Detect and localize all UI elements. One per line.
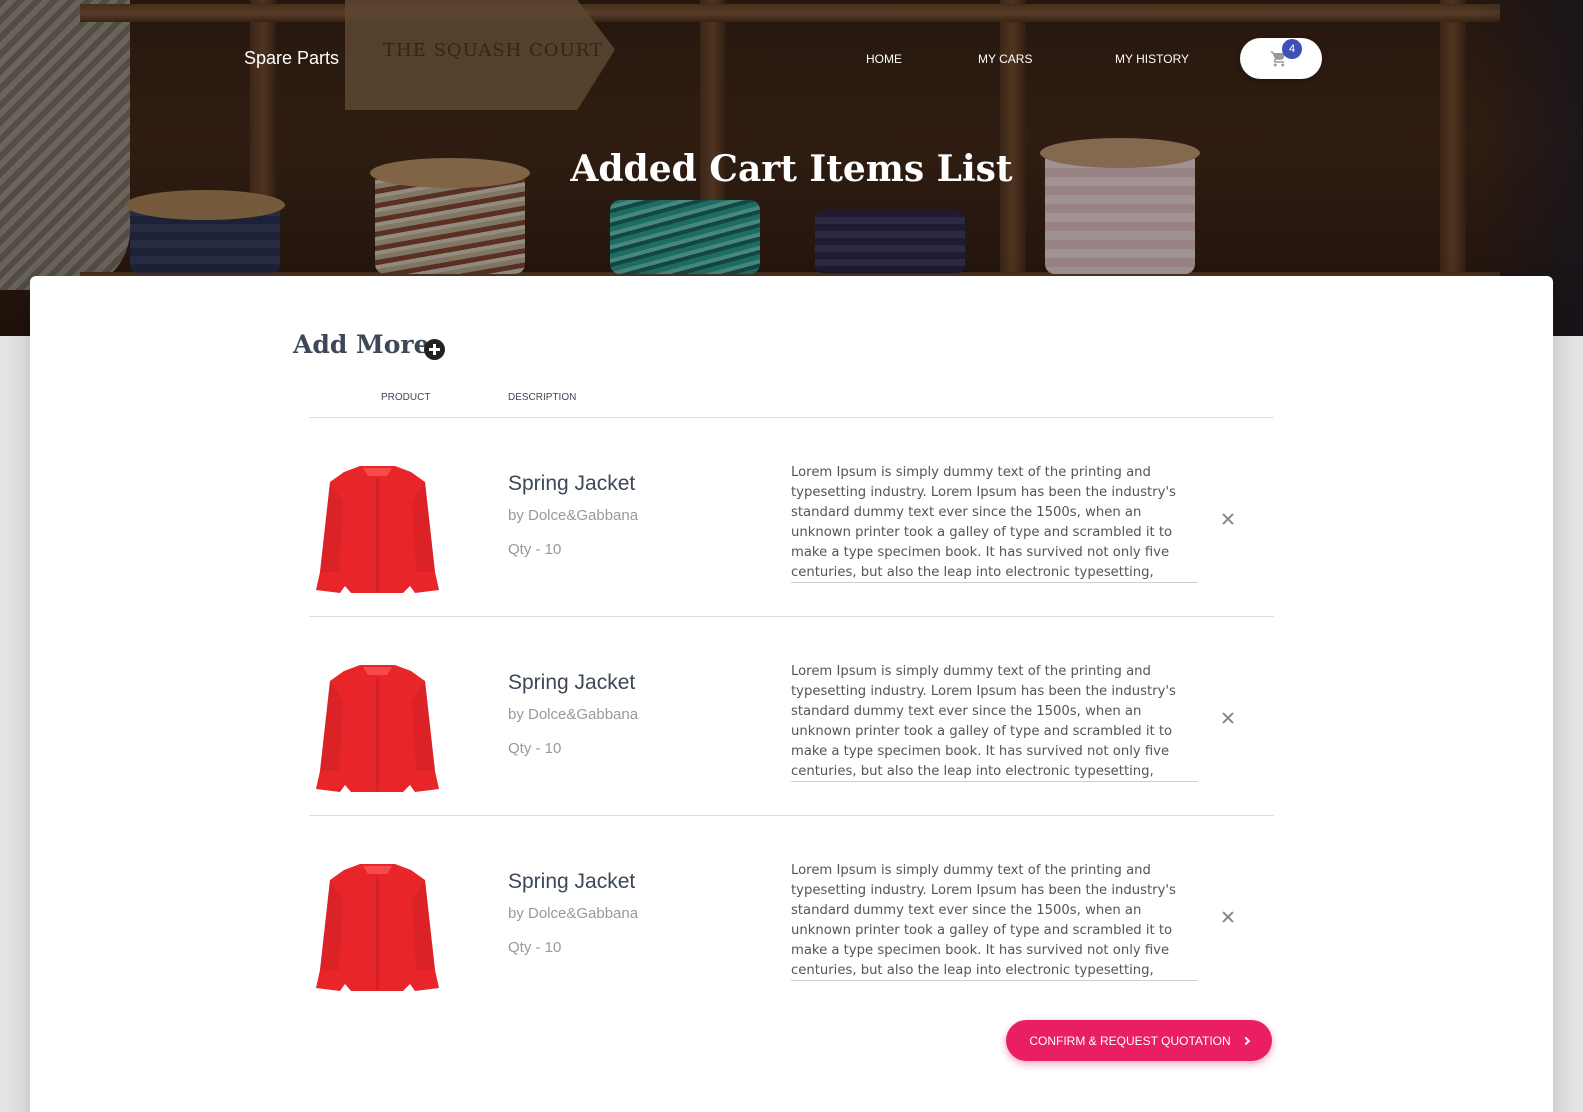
description-textarea[interactable]: Lorem Ipsum is simply dummy text of the … <box>791 861 1198 981</box>
product-name: Spring Jacket <box>508 472 636 495</box>
product-brand: by Dolce&Gabbana <box>508 905 639 922</box>
plus-circle-icon[interactable] <box>424 339 445 360</box>
nav-my-history[interactable]: MY HISTORY <box>1115 52 1189 66</box>
table-row: Spring Jacket by Dolce&Gabbana Qty - 10 … <box>0 418 1583 615</box>
table-row: Spring Jacket by Dolce&Gabbana Qty - 10 … <box>0 617 1583 814</box>
product-name: Spring Jacket <box>508 870 636 893</box>
product-image <box>316 466 439 593</box>
product-qty: Qty - 10 <box>508 541 562 558</box>
product-qty: Qty - 10 <box>508 939 562 956</box>
description-textarea[interactable]: Lorem Ipsum is simply dummy text of the … <box>791 662 1198 782</box>
product-image <box>316 864 439 991</box>
product-image <box>316 665 439 792</box>
column-header-description: DESCRIPTION <box>508 392 577 403</box>
nav-home[interactable]: HOME <box>866 52 902 66</box>
product-brand: by Dolce&Gabbana <box>508 507 639 524</box>
column-header-product: PRODUCT <box>381 392 431 403</box>
chevron-right-icon <box>1241 1036 1250 1045</box>
table-row: Spring Jacket by Dolce&Gabbana Qty - 10 … <box>0 816 1583 1013</box>
description-textarea[interactable]: Lorem Ipsum is simply dummy text of the … <box>791 463 1198 583</box>
product-name: Spring Jacket <box>508 671 636 694</box>
product-brand: by Dolce&Gabbana <box>508 706 639 723</box>
close-icon[interactable] <box>1221 910 1235 924</box>
close-icon[interactable] <box>1221 711 1235 725</box>
close-icon[interactable] <box>1221 512 1235 526</box>
cart-button[interactable]: 4 <box>1240 38 1322 79</box>
confirm-button-label: CONFIRM & REQUEST QUOTATION <box>1029 1033 1231 1048</box>
product-qty: Qty - 10 <box>508 740 562 757</box>
cart-count-badge: 4 <box>1282 39 1302 59</box>
confirm-request-quotation-button[interactable]: CONFIRM & REQUEST QUOTATION <box>1006 1020 1272 1061</box>
add-more-heading: Add More <box>293 330 430 359</box>
brand-logo[interactable]: Spare Parts <box>244 48 339 69</box>
page-title: Added Cart Items List <box>570 148 1013 190</box>
nav-my-cars[interactable]: MY CARS <box>978 52 1032 66</box>
